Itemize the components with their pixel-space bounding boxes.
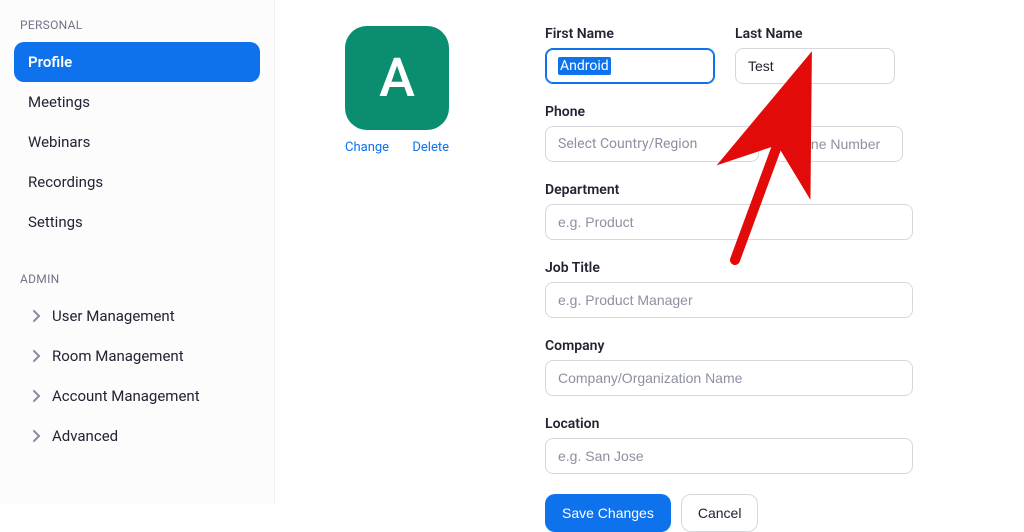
location-field[interactable] — [545, 438, 913, 474]
sidebar-item-room-management[interactable]: Room Management — [14, 336, 260, 376]
sidebar-personal-list: Profile Meetings Webinars Recordings Set… — [14, 42, 260, 242]
sidebar-item-label: Profile — [28, 53, 72, 71]
chevron-right-icon — [28, 350, 44, 362]
avatar-initial: A — [379, 47, 415, 110]
jobtitle-label: Job Title — [545, 260, 984, 276]
avatar[interactable]: A — [345, 26, 449, 130]
sidebar-item-advanced[interactable]: Advanced — [14, 416, 260, 456]
save-button[interactable]: Save Changes — [545, 494, 671, 532]
department-field[interactable] — [545, 204, 913, 240]
sidebar-item-recordings[interactable]: Recordings — [14, 162, 260, 202]
location-label: Location — [545, 416, 984, 432]
sidebar-item-account-management[interactable]: Account Management — [14, 376, 260, 416]
avatar-delete-link[interactable]: Delete — [412, 140, 449, 155]
country-select[interactable]: Select Country/Region — [545, 126, 759, 162]
sidebar-item-label: Room Management — [52, 347, 184, 365]
sidebar-item-webinars[interactable]: Webinars — [14, 122, 260, 162]
profile-form: First Name Android Last Name Phone Selec… — [545, 26, 1024, 504]
first-name-field[interactable]: Android — [545, 48, 715, 84]
country-select-placeholder: Select Country/Region — [558, 136, 697, 152]
sidebar-item-label: Meetings — [28, 93, 90, 111]
company-label: Company — [545, 338, 984, 354]
chevron-right-icon — [28, 310, 44, 322]
last-name-field[interactable] — [735, 48, 895, 84]
phone-number-field[interactable] — [773, 126, 903, 162]
sidebar-item-label: Advanced — [52, 427, 118, 445]
sidebar-admin-heading: ADMIN — [20, 272, 260, 286]
sidebar-item-label: Settings — [28, 213, 83, 231]
sidebar-item-label: Recordings — [28, 173, 103, 191]
avatar-change-link[interactable]: Change — [345, 140, 389, 155]
chevron-right-icon — [28, 390, 44, 402]
company-field[interactable] — [545, 360, 913, 396]
sidebar-item-label: Account Management — [52, 387, 200, 405]
first-name-label: First Name — [545, 26, 715, 42]
sidebar-item-profile[interactable]: Profile — [14, 42, 260, 82]
phone-label: Phone — [545, 104, 984, 120]
avatar-column: A Change Delete — [345, 26, 495, 504]
sidebar-item-meetings[interactable]: Meetings — [14, 82, 260, 122]
first-name-value: Android — [558, 57, 611, 75]
sidebar-personal-heading: PERSONAL — [20, 18, 260, 32]
sidebar-item-settings[interactable]: Settings — [14, 202, 260, 242]
sidebar-admin-list: User Management Room Management Account … — [14, 296, 260, 456]
chevron-right-icon — [28, 430, 44, 442]
sidebar-item-user-management[interactable]: User Management — [14, 296, 260, 336]
last-name-label: Last Name — [735, 26, 895, 42]
main-content: A Change Delete First Name Android Last … — [275, 0, 1024, 504]
jobtitle-field[interactable] — [545, 282, 913, 318]
sidebar-item-label: User Management — [52, 307, 175, 325]
chevron-down-icon — [739, 137, 749, 151]
cancel-button[interactable]: Cancel — [681, 494, 759, 532]
sidebar: PERSONAL Profile Meetings Webinars Recor… — [0, 0, 275, 504]
sidebar-item-label: Webinars — [28, 133, 90, 151]
department-label: Department — [545, 182, 984, 198]
avatar-actions: Change Delete — [345, 140, 449, 155]
